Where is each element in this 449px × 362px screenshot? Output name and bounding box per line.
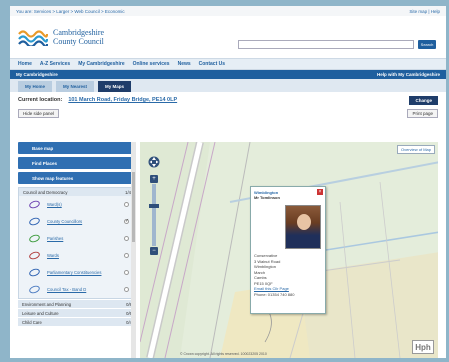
layer-item[interactable]: Parishes <box>19 230 135 247</box>
site-header: Cambridgeshire County Council Search <box>10 16 446 58</box>
council-logo-icon <box>18 30 48 46</box>
council-logo[interactable]: Cambridgeshire County Council <box>18 28 104 46</box>
browser-page: You are: Services > Larger > Web Council… <box>10 6 446 358</box>
show-map-features-button[interactable]: Show map features <box>18 172 136 184</box>
search-button[interactable]: Search <box>418 40 436 49</box>
layer-group-title: Council and Democracy <box>23 189 68 195</box>
popup-line: Phone: 01354 740 880 <box>254 291 295 297</box>
layer-swatch-icon <box>28 233 41 244</box>
layer-label: County Councillors <box>47 219 83 224</box>
layer-swatch-icon <box>28 284 41 295</box>
councillor-photo <box>285 205 321 249</box>
nav-contact-us[interactable]: Contact Us <box>199 61 225 67</box>
layer-swatch-icon <box>28 216 41 227</box>
layer-checkbox[interactable] <box>124 287 129 292</box>
pan-control-icon[interactable] <box>148 152 160 172</box>
layer-swatch-icon <box>28 267 41 278</box>
zoom-out-button[interactable]: − <box>150 247 158 255</box>
map-copyright: © Crown copyright. All rights reserved. … <box>180 352 267 356</box>
find-places-button[interactable]: Find Places <box>18 157 136 169</box>
print-page-button[interactable]: Print page <box>407 108 438 118</box>
map-area: Base map Find Places Show map features C… <box>18 142 438 358</box>
nav-my-cambridgeshire[interactable]: My Cambridgeshire <box>78 61 124 67</box>
base-map-button[interactable]: Base map <box>18 142 136 154</box>
layer-item[interactable]: Council Tax - Band D <box>19 281 135 298</box>
layer-group-collapsed[interactable]: Child Care 0/4 <box>18 318 136 326</box>
layer-label: Council Tax - Band D <box>47 287 87 292</box>
layer-swatch-icon <box>28 199 41 210</box>
zoom-in-button[interactable]: + <box>150 175 158 183</box>
tab-my-home[interactable]: My Home <box>18 81 53 92</box>
layer-item[interactable]: County Councillors <box>19 213 135 230</box>
layer-group-collapsed[interactable]: Leisure and Culture 0/6 <box>18 309 136 317</box>
map-canvas[interactable]: Overview of Map + − Wimblington × Mr Tom… <box>140 142 438 358</box>
layer-label: Parishes <box>47 236 64 241</box>
org-name-line2: County Council <box>53 37 104 46</box>
nav-news[interactable]: News <box>178 61 191 67</box>
layers-sidebar: Base map Find Places Show map features C… <box>18 142 136 358</box>
nav-online-services[interactable]: Online services <box>133 61 170 67</box>
layer-group-title: Leisure and Culture <box>22 310 59 316</box>
location-address-link[interactable]: 101 March Road, Friday Bridge, PE14 0LP <box>68 97 177 103</box>
location-label: Current location: <box>18 97 63 103</box>
sidebar-scrollbar[interactable] <box>131 142 136 358</box>
layer-item[interactable]: Ward(s) <box>19 196 135 213</box>
location-bar: Current location: 101 March Road, Friday… <box>10 92 446 108</box>
layer-item[interactable]: Wards <box>19 247 135 264</box>
layer-group-title: Child Care <box>22 319 42 325</box>
popup-link[interactable]: Email this Cllr Page <box>254 286 294 292</box>
utility-links[interactable]: Site map | Help <box>409 9 440 14</box>
nav-home[interactable]: Home <box>18 61 32 67</box>
site-search: Search <box>238 40 436 49</box>
layer-group: Council and Democracy 1/4 Ward(s) County… <box>18 187 136 299</box>
layer-checkbox[interactable] <box>124 270 129 275</box>
layer-checkbox[interactable] <box>124 202 129 207</box>
zoom-slider[interactable] <box>149 184 159 246</box>
breadcrumb[interactable]: You are: Services > Larger > Web Council… <box>16 9 125 14</box>
search-input[interactable] <box>238 40 414 49</box>
layer-checkbox[interactable] <box>124 236 129 241</box>
layer-checkbox[interactable] <box>124 253 129 258</box>
popup-details: Conservative 3 Walnut Road Wimblington M… <box>254 253 294 297</box>
layer-swatch-icon <box>28 250 41 261</box>
main-nav: Home A-Z Services My Cambridgeshire Onli… <box>10 58 446 70</box>
tab-my-maps[interactable]: My Maps <box>98 81 132 92</box>
layer-checkbox[interactable] <box>124 218 129 224</box>
nav-a-z-services[interactable]: A-Z Services <box>40 61 70 67</box>
layer-group-collapsed[interactable]: Environment and Planning 0/8 <box>18 300 136 308</box>
overview-map-button[interactable]: Overview of Map <box>396 145 435 154</box>
map-provider-logo: Hph <box>412 340 434 354</box>
layer-label: Ward(s) <box>47 202 62 207</box>
org-name-line1: Cambridgeshire <box>53 28 105 37</box>
councillor-popup: Wimblington × Mr Tomlinson Conservative … <box>250 186 326 314</box>
tab-strip: My Home My Nearest My Maps <box>10 79 446 92</box>
popup-close-icon[interactable]: × <box>317 189 323 195</box>
layer-label: Wards <box>47 253 59 258</box>
layer-label: Parliamentary Constituencies <box>47 270 102 275</box>
change-location-button[interactable]: Change <box>409 95 438 105</box>
map-toolbar: Hide side panel Print page <box>10 108 446 118</box>
layer-group-header[interactable]: Council and Democracy 1/4 <box>19 188 135 196</box>
section-bar: My Cambridgeshire Help with My Cambridge… <box>10 70 446 79</box>
hide-panel-button[interactable]: Hide side panel <box>18 108 60 118</box>
popup-name: Mr Tomlinson <box>254 195 280 200</box>
section-title: My Cambridgeshire <box>16 72 58 77</box>
section-help-link[interactable]: Help with My Cambridgeshire <box>377 72 440 77</box>
zoom-control: + − <box>148 152 160 256</box>
layer-group-title: Environment and Planning <box>22 301 72 307</box>
tab-my-nearest[interactable]: My Nearest <box>56 81 95 92</box>
layer-item[interactable]: Parliamentary Constituencies <box>19 264 135 281</box>
top-utility-bar: You are: Services > Larger > Web Council… <box>10 6 446 16</box>
